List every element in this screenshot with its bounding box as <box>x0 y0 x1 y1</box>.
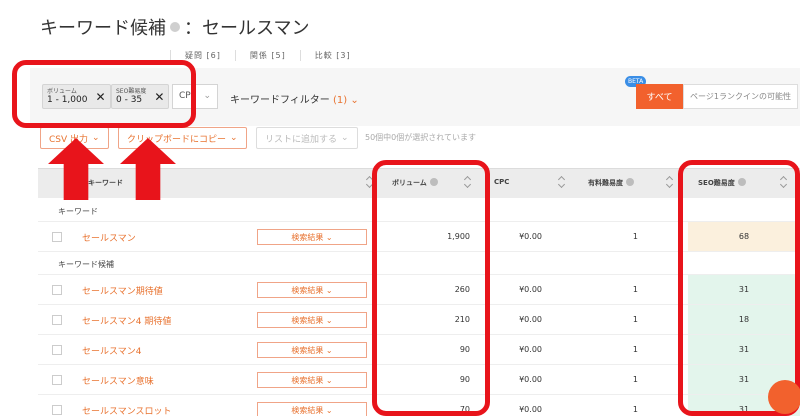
header-paid-label: 有料難易度 <box>588 179 623 187</box>
chevron-down-icon: ⌄ <box>92 133 100 143</box>
highlight-seo-column <box>678 160 800 416</box>
page-title-text: キーワード候補 <box>40 18 166 39</box>
serp-button-label: 検索結果 <box>291 232 324 242</box>
cpc-cell: ¥0.00 <box>519 345 542 354</box>
keyword-link[interactable]: セールスマンスロット <box>82 404 172 416</box>
tab-rank-possibility[interactable]: ページ1ランクインの可能性 <box>683 84 798 109</box>
serp-button[interactable]: 検索結果 ⌄ <box>257 312 367 328</box>
header-paid-difficulty[interactable]: 有料難易度 <box>588 178 634 188</box>
keyword-filter-dropdown[interactable]: キーワードフィルター (1) ⌄ <box>230 91 359 106</box>
tab-all[interactable]: すべて <box>636 84 683 109</box>
selected-count: 50個中0個が選択されています <box>365 133 477 142</box>
serp-button-label: 検索結果 <box>291 375 324 385</box>
keyword-link[interactable]: セールスマン意味 <box>82 374 154 387</box>
header-keyword[interactable]: キーワード <box>88 178 123 188</box>
chevron-down-icon: ⌄ <box>350 95 359 106</box>
help-icon[interactable] <box>626 178 634 186</box>
chevron-down-icon: ⌄ <box>323 375 333 385</box>
row-checkbox[interactable] <box>52 285 62 295</box>
cpc-cell: ¥0.00 <box>519 315 542 324</box>
sub-tabs: 疑問 [6] 関係 [5] 比較 [3] <box>170 50 365 61</box>
keyword-filter-label: キーワードフィルター <box>230 95 330 106</box>
highlight-filter-chips <box>12 60 196 128</box>
chevron-down-icon: ⌄ <box>323 345 333 355</box>
paid-difficulty-cell: 1 <box>632 405 638 414</box>
paid-difficulty-cell: 1 <box>632 285 638 294</box>
add-to-list-label: リストに追加する <box>265 134 338 145</box>
sort-icon[interactable] <box>558 176 566 188</box>
chat-icon[interactable] <box>768 380 800 414</box>
sort-icon[interactable] <box>666 176 674 188</box>
cpc-cell: ¥0.00 <box>519 285 542 294</box>
keyword-link[interactable]: セールスマン期待値 <box>82 284 163 297</box>
chevron-down-icon: ⌄ <box>230 133 238 143</box>
tab-related[interactable]: 関係 [5] <box>234 50 300 61</box>
serp-button[interactable]: 検索結果 ⌄ <box>257 372 367 388</box>
row-checkbox[interactable] <box>52 315 62 325</box>
serp-button[interactable]: 検索結果 ⌄ <box>257 229 367 245</box>
chevron-down-icon: ⌄ <box>323 285 333 295</box>
header-cpc[interactable]: CPC <box>494 178 509 186</box>
paid-difficulty-cell: 1 <box>632 345 638 354</box>
help-icon[interactable] <box>170 22 180 32</box>
copy-clipboard-button[interactable]: クリップボードにコピー ⌄ <box>118 127 247 149</box>
add-to-list-button[interactable]: リストに追加する ⌄ <box>256 127 358 149</box>
serp-button-label: 検索結果 <box>291 285 324 295</box>
keyword-filter-count: (1) <box>333 95 348 106</box>
keyword-link[interactable]: セールスマン4 <box>82 344 141 357</box>
chevron-down-icon: ⌄ <box>323 405 333 415</box>
cpc-cell: ¥0.00 <box>519 375 542 384</box>
serp-button[interactable]: 検索結果 ⌄ <box>257 402 367 416</box>
chevron-down-icon: ⌄ <box>341 133 349 143</box>
paid-difficulty-cell: 1 <box>632 315 638 324</box>
serp-button-label: 検索結果 <box>291 315 324 325</box>
highlight-volume-column <box>372 160 490 416</box>
csv-export-label: CSV 出力 <box>49 134 89 145</box>
page-title: キーワード候補 ：セールスマン <box>40 14 309 40</box>
serp-button[interactable]: 検索結果 ⌄ <box>257 342 367 358</box>
cpc-cell: ¥0.00 <box>519 405 542 414</box>
copy-clipboard-label: クリップボードにコピー <box>127 134 227 145</box>
keyword-link[interactable]: セールスマン <box>82 231 136 244</box>
cpc-cell: ¥0.00 <box>519 232 542 241</box>
serp-button-label: 検索結果 <box>291 405 324 415</box>
row-checkbox[interactable] <box>52 375 62 385</box>
page-title-keyword: ：セールスマン <box>184 18 310 39</box>
row-checkbox[interactable] <box>52 232 62 242</box>
chevron-down-icon: ⌄ <box>323 315 333 325</box>
paid-difficulty-cell: 1 <box>632 375 638 384</box>
tab-comparison[interactable]: 比較 [3] <box>299 50 365 61</box>
paid-difficulty-cell: 1 <box>632 232 638 241</box>
row-checkbox[interactable] <box>52 345 62 355</box>
keyword-link[interactable]: セールスマン4 期待値 <box>82 314 171 327</box>
serp-button-label: 検索結果 <box>291 345 324 355</box>
chevron-down-icon: ⌄ <box>323 232 333 242</box>
chevron-down-icon: ⌄ <box>203 91 211 101</box>
serp-button[interactable]: 検索結果 ⌄ <box>257 282 367 298</box>
row-checkbox[interactable] <box>52 405 62 415</box>
